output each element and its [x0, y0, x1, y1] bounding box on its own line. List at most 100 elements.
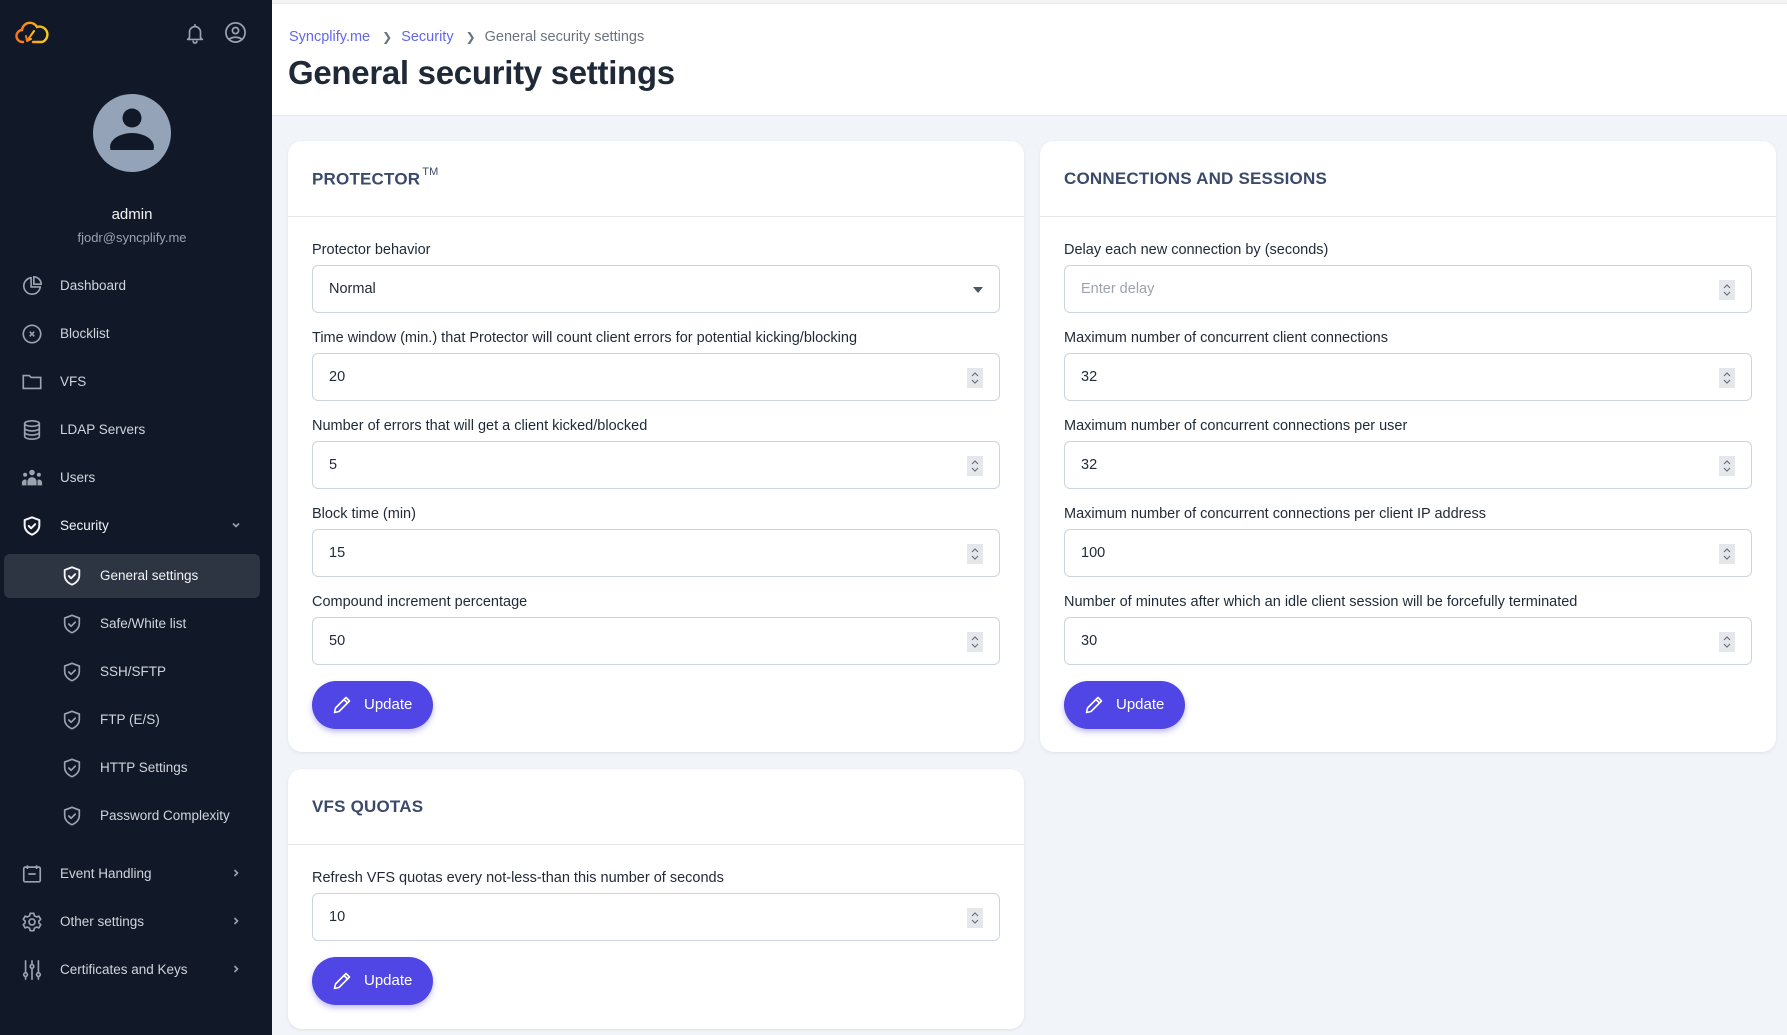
sidebar-subitem-label: SSH/SFTP — [100, 664, 167, 679]
sidebar-item-dashboard[interactable]: Dashboard — [4, 264, 260, 308]
spinner-arrows-icon[interactable] — [1719, 280, 1735, 300]
sidebar-subitem-label: FTP (E/S) — [100, 712, 160, 727]
trademark: TM — [422, 166, 439, 178]
shield-check-icon — [23, 516, 41, 536]
users-icon — [21, 469, 43, 486]
block-time-input[interactable] — [313, 530, 999, 576]
sidebar-top-bar — [0, 0, 272, 60]
sidebar-item-label: Dashboard — [60, 278, 127, 293]
spinner-arrows-icon[interactable] — [967, 368, 983, 388]
compound-increment-field[interactable] — [312, 617, 1000, 665]
sidebar-subitem-label: Password Complexity — [100, 808, 230, 823]
connection-delay-input[interactable] — [1065, 266, 1751, 312]
max-connections-per-ip-input[interactable] — [1065, 530, 1751, 576]
page-header: Syncplify.me ❯ Security ❯ General securi… — [272, 0, 1787, 116]
vfs-quotas-card: VFS QUOTAS Refresh VFS quotas every not-… — [288, 769, 1024, 1029]
spinner-arrows-icon[interactable] — [1719, 632, 1735, 652]
time-window-input[interactable] — [313, 354, 999, 400]
connections-update-button[interactable]: Update — [1064, 681, 1185, 729]
sidebar-item-label: Event Handling — [60, 866, 152, 881]
spinner-arrows-icon[interactable] — [1719, 456, 1735, 476]
max-connections-per-user-input[interactable] — [1065, 442, 1751, 488]
page-title: General security settings — [288, 54, 675, 91]
vfs-quotas-update-button[interactable]: Update — [312, 957, 433, 1005]
block-time-label: Block time (min) — [312, 506, 416, 522]
sidebar-item-label: Users — [60, 470, 96, 485]
card-title-text: PROTECTOR — [312, 169, 421, 189]
sidebar-subitem-label: General settings — [100, 568, 199, 583]
vfs-refresh-label: Refresh VFS quotas every not-less-than t… — [312, 870, 724, 886]
time-window-field[interactable] — [312, 353, 1000, 401]
sidebar-item-label: Blocklist — [60, 326, 110, 341]
sidebar-item-ldap-servers[interactable]: LDAP Servers — [4, 408, 260, 452]
max-connections-per-ip-field[interactable] — [1064, 529, 1752, 577]
shield-check-icon — [63, 566, 81, 586]
protector-update-button[interactable]: Update — [312, 681, 433, 729]
spinner-arrows-icon[interactable] — [1719, 544, 1735, 564]
error-count-input[interactable] — [313, 442, 999, 488]
breadcrumb-home-link[interactable]: Syncplify.me — [289, 29, 370, 45]
breadcrumb: Syncplify.me ❯ Security ❯ General securi… — [289, 29, 644, 45]
sidebar-item-event-handling[interactable]: Event Handling — [4, 852, 260, 896]
compound-increment-input[interactable] — [313, 618, 999, 664]
sidebar-item-certificates-and-keys[interactable]: Certificates and Keys — [4, 948, 260, 992]
block-time-field[interactable] — [312, 529, 1000, 577]
sidebar-subitem-general-settings[interactable]: General settings — [4, 554, 260, 598]
connections-card: CONNECTIONS AND SESSIONS Delay each new … — [1040, 141, 1776, 752]
bell-icon[interactable] — [184, 21, 206, 45]
chevron-right-icon — [233, 869, 239, 877]
idle-session-timeout-field[interactable] — [1064, 617, 1752, 665]
sidebar-subitem-safe-white-list[interactable]: Safe/White list — [4, 602, 260, 646]
spinner-arrows-icon[interactable] — [967, 456, 983, 476]
vfs-refresh-input[interactable] — [313, 894, 999, 940]
calendar-icon — [22, 865, 42, 883]
x-circle-icon — [22, 324, 42, 344]
vfs-refresh-field[interactable] — [312, 893, 1000, 941]
shield-check-icon — [63, 710, 81, 730]
pencil-icon — [1085, 696, 1103, 714]
sidebar: admin fjodr@syncplify.me Dashboard Block… — [0, 0, 272, 1035]
sidebar-item-blocklist[interactable]: Blocklist — [4, 312, 260, 356]
max-connections-per-user-field[interactable] — [1064, 441, 1752, 489]
protector-behavior-label: Protector behavior — [312, 242, 431, 258]
gear-icon — [22, 912, 42, 932]
sidebar-item-security[interactable]: Security — [4, 504, 260, 548]
sidebar-subitem-ssh-sftp[interactable]: SSH/SFTP — [4, 650, 260, 694]
chevron-down-icon — [232, 522, 240, 528]
breadcrumb-security-link[interactable]: Security — [401, 29, 453, 45]
spinner-arrows-icon[interactable] — [1719, 368, 1735, 388]
sidebar-item-other-settings[interactable]: Other settings — [4, 900, 260, 944]
caret-down-icon[interactable] — [973, 287, 983, 293]
idle-session-timeout-input[interactable] — [1065, 618, 1751, 664]
connection-delay-label: Delay each new connection by (seconds) — [1064, 242, 1329, 258]
protector-behavior-value[interactable] — [313, 266, 999, 312]
shield-check-icon — [63, 662, 81, 682]
spinner-arrows-icon[interactable] — [967, 632, 983, 652]
card-title: VFS QUOTAS — [312, 797, 424, 816]
max-client-connections-field[interactable] — [1064, 353, 1752, 401]
sidebar-item-label: Certificates and Keys — [60, 962, 188, 977]
syncplify-logo-icon[interactable] — [15, 20, 49, 46]
chevron-right-icon — [233, 965, 239, 973]
sidebar-item-users[interactable]: Users — [4, 456, 260, 500]
profile-email: fjodr@syncplify.me — [77, 230, 187, 245]
sidebar-subitem-ftp[interactable]: FTP (E/S) — [4, 698, 260, 742]
sidebar-item-label: VFS — [60, 374, 87, 389]
max-client-connections-input[interactable] — [1065, 354, 1751, 400]
spinner-arrows-icon[interactable] — [967, 544, 983, 564]
chevron-right-icon: ❯ — [382, 30, 393, 44]
sidebar-item-label: Other settings — [60, 914, 145, 929]
error-count-field[interactable] — [312, 441, 1000, 489]
pencil-icon — [333, 972, 351, 990]
sidebar-subitem-password-complexity[interactable]: Password Complexity — [4, 794, 260, 838]
card-title: PROTECTOR TM — [312, 166, 439, 190]
connection-delay-field[interactable] — [1064, 265, 1752, 313]
button-label: Update — [1116, 696, 1165, 713]
sidebar-item-vfs[interactable]: VFS — [4, 360, 260, 404]
spinner-arrows-icon[interactable] — [967, 908, 983, 928]
protector-behavior-select[interactable] — [312, 265, 1000, 313]
user-circle-icon[interactable] — [224, 21, 247, 44]
button-label: Update — [364, 972, 413, 989]
time-window-label: Time window (min.) that Protector will c… — [312, 330, 858, 346]
sidebar-subitem-http-settings[interactable]: HTTP Settings — [4, 746, 260, 790]
